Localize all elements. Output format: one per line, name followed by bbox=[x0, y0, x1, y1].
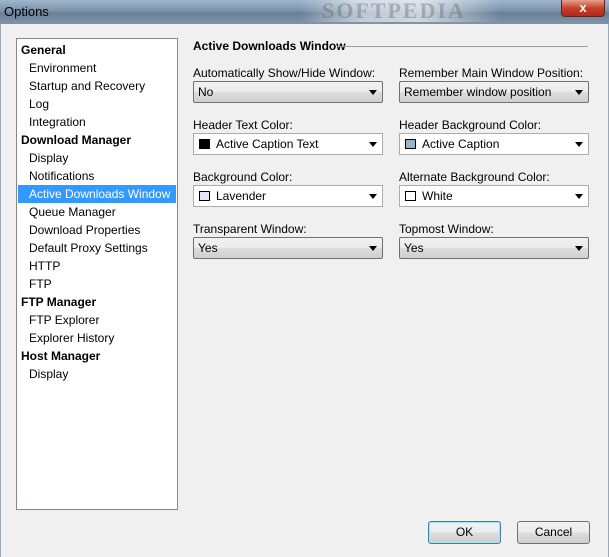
options-tree[interactable]: General Environment Startup and Recovery Lo… bbox=[16, 38, 178, 510]
remember-position-label: Remember Main Window Position: bbox=[399, 66, 584, 80]
tree-item-http[interactable]: HTTP bbox=[29, 257, 60, 275]
header-text-color-dropdown[interactable]: Active Caption Text bbox=[193, 133, 383, 155]
header-text-color-value: Active Caption Text bbox=[216, 137, 319, 151]
chevron-down-icon bbox=[369, 246, 377, 251]
bg-color-dropdown[interactable]: Lavender bbox=[193, 185, 383, 207]
remember-position-dropdown[interactable]: Remember window position bbox=[399, 81, 589, 103]
alt-bg-color-value: White bbox=[422, 189, 453, 203]
chevron-down-icon bbox=[575, 246, 583, 251]
topmost-dropdown[interactable]: Yes bbox=[399, 237, 589, 259]
remember-position-value: Remember window position bbox=[404, 85, 552, 99]
watermark: SOFTPEDIA bbox=[322, 0, 466, 23]
tree-item-active-downloads-window[interactable]: Active Downloads Window bbox=[18, 185, 176, 203]
alt-bg-color-dropdown[interactable]: White bbox=[399, 185, 589, 207]
tree-item-download-properties[interactable]: Download Properties bbox=[29, 221, 140, 239]
section-title: Active Downloads Window bbox=[193, 39, 346, 53]
topmost-label: Topmost Window: bbox=[399, 222, 494, 236]
alt-bg-color-label: Alternate Background Color: bbox=[399, 170, 550, 184]
color-swatch bbox=[405, 139, 416, 149]
chevron-down-icon bbox=[369, 194, 377, 199]
tree-item-display[interactable]: Display bbox=[29, 365, 68, 383]
window-title: Options bbox=[4, 4, 49, 19]
tree-item-notifications[interactable]: Notifications bbox=[29, 167, 94, 185]
header-bg-color-dropdown[interactable]: Active Caption bbox=[399, 133, 589, 155]
tree-item-queue-manager[interactable]: Queue Manager bbox=[29, 203, 116, 221]
title-bar: SOFTPEDIA Options x bbox=[0, 0, 609, 24]
header-bg-color-value: Active Caption bbox=[422, 137, 500, 151]
tree-item-ftp[interactable]: FTP bbox=[29, 275, 52, 293]
tree-item-environment[interactable]: Environment bbox=[29, 59, 96, 77]
chevron-down-icon bbox=[575, 194, 583, 199]
color-swatch bbox=[199, 139, 210, 149]
tree-header-host-manager[interactable]: Host Manager bbox=[21, 347, 100, 365]
chevron-down-icon bbox=[575, 90, 583, 95]
tree-item-integration[interactable]: Integration bbox=[29, 113, 86, 131]
tree-item-log[interactable]: Log bbox=[29, 95, 49, 113]
bg-color-value: Lavender bbox=[216, 189, 267, 203]
chevron-down-icon bbox=[369, 142, 377, 147]
auto-show-value: No bbox=[198, 85, 214, 99]
auto-show-label: Automatically Show/Hide Window: bbox=[193, 66, 376, 80]
chevron-down-icon bbox=[575, 142, 583, 147]
close-button[interactable]: x bbox=[561, 0, 605, 17]
tree-item-startup-and-recovery[interactable]: Startup and Recovery bbox=[29, 77, 145, 95]
tree-item-ftp-explorer[interactable]: FTP Explorer bbox=[29, 311, 99, 329]
transparent-label: Transparent Window: bbox=[193, 222, 307, 236]
section-divider bbox=[337, 46, 588, 47]
cancel-button[interactable]: Cancel bbox=[517, 521, 590, 544]
color-swatch bbox=[405, 191, 416, 201]
header-bg-color-label: Header Background Color: bbox=[399, 118, 542, 132]
chevron-down-icon bbox=[369, 90, 377, 95]
auto-show-dropdown[interactable]: No bbox=[193, 81, 383, 103]
tree-item-display[interactable]: Display bbox=[29, 149, 68, 167]
topmost-value: Yes bbox=[404, 241, 424, 255]
color-swatch bbox=[199, 191, 210, 201]
header-text-color-label: Header Text Color: bbox=[193, 118, 293, 132]
tree-header-ftp-manager[interactable]: FTP Manager bbox=[21, 293, 96, 311]
tree-item-default-proxy-settings[interactable]: Default Proxy Settings bbox=[29, 239, 148, 257]
tree-header-general[interactable]: General bbox=[21, 41, 66, 59]
ok-button[interactable]: OK bbox=[428, 521, 501, 544]
transparent-dropdown[interactable]: Yes bbox=[193, 237, 383, 259]
tree-header-download-manager[interactable]: Download Manager bbox=[21, 131, 131, 149]
transparent-value: Yes bbox=[198, 241, 218, 255]
bg-color-label: Background Color: bbox=[193, 170, 293, 184]
tree-item-explorer-history[interactable]: Explorer History bbox=[29, 329, 114, 347]
